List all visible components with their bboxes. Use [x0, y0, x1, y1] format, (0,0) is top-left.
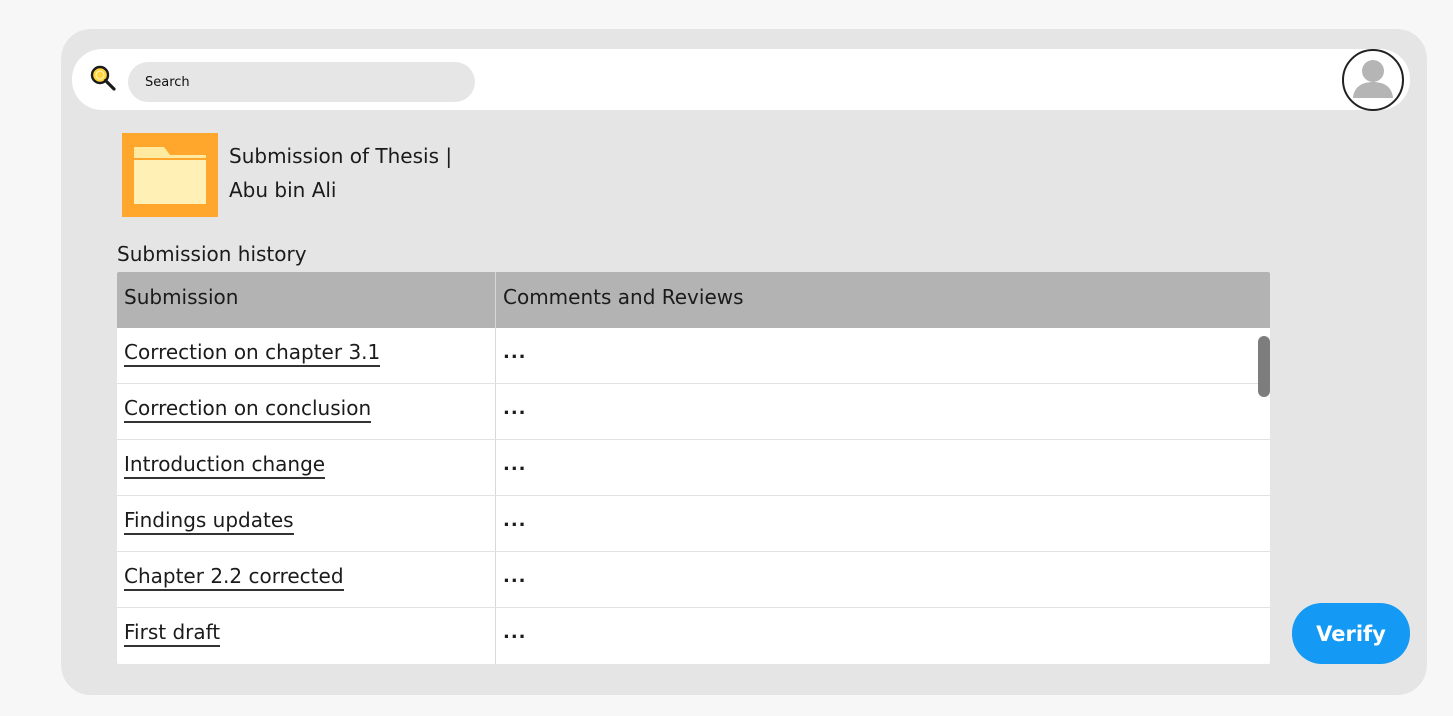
user-avatar-icon[interactable] — [1342, 49, 1404, 111]
submission-link[interactable]: Correction on conclusion — [124, 396, 372, 423]
table-row: Introduction change ... — [117, 440, 1270, 496]
comment-cell: ... — [503, 510, 527, 531]
table-row: First draft ... — [117, 608, 1270, 664]
submission-link[interactable]: Chapter 2.2 corrected — [124, 564, 344, 591]
comment-cell: ... — [503, 398, 527, 419]
submission-link[interactable]: Correction on chapter 3.1 — [124, 340, 381, 367]
folder-icon — [122, 133, 218, 217]
search-input[interactable] — [128, 62, 475, 102]
comment-cell: ... — [503, 342, 527, 363]
table-row: Correction on chapter 3.1 ... — [117, 328, 1270, 384]
column-header-comments: Comments and Reviews — [503, 285, 744, 309]
table-row: Correction on conclusion ... — [117, 384, 1270, 440]
table-scrollbar[interactable] — [1258, 336, 1270, 397]
column-header-submission: Submission — [124, 285, 239, 309]
document-owner: Abu bin Ali — [229, 178, 337, 202]
table-header: Submission Comments and Reviews — [117, 272, 1270, 328]
submission-link[interactable]: Introduction change — [124, 452, 326, 479]
comment-cell: ... — [503, 566, 527, 587]
submission-link[interactable]: First draft — [124, 620, 221, 647]
submission-link[interactable]: Findings updates — [124, 508, 294, 535]
search-icon[interactable] — [88, 63, 118, 93]
submission-table: Submission Comments and Reviews Correcti… — [117, 272, 1270, 664]
section-heading: Submission history — [117, 242, 307, 266]
comment-cell: ... — [503, 454, 527, 475]
comment-cell: ... — [503, 622, 527, 643]
verify-button[interactable]: Verify — [1292, 603, 1410, 664]
table-row: Chapter 2.2 corrected ... — [117, 552, 1270, 608]
document-title: Submission of Thesis | — [229, 144, 453, 168]
table-row: Findings updates ... — [117, 496, 1270, 552]
table-body: Correction on chapter 3.1 ... Correction… — [117, 328, 1270, 664]
